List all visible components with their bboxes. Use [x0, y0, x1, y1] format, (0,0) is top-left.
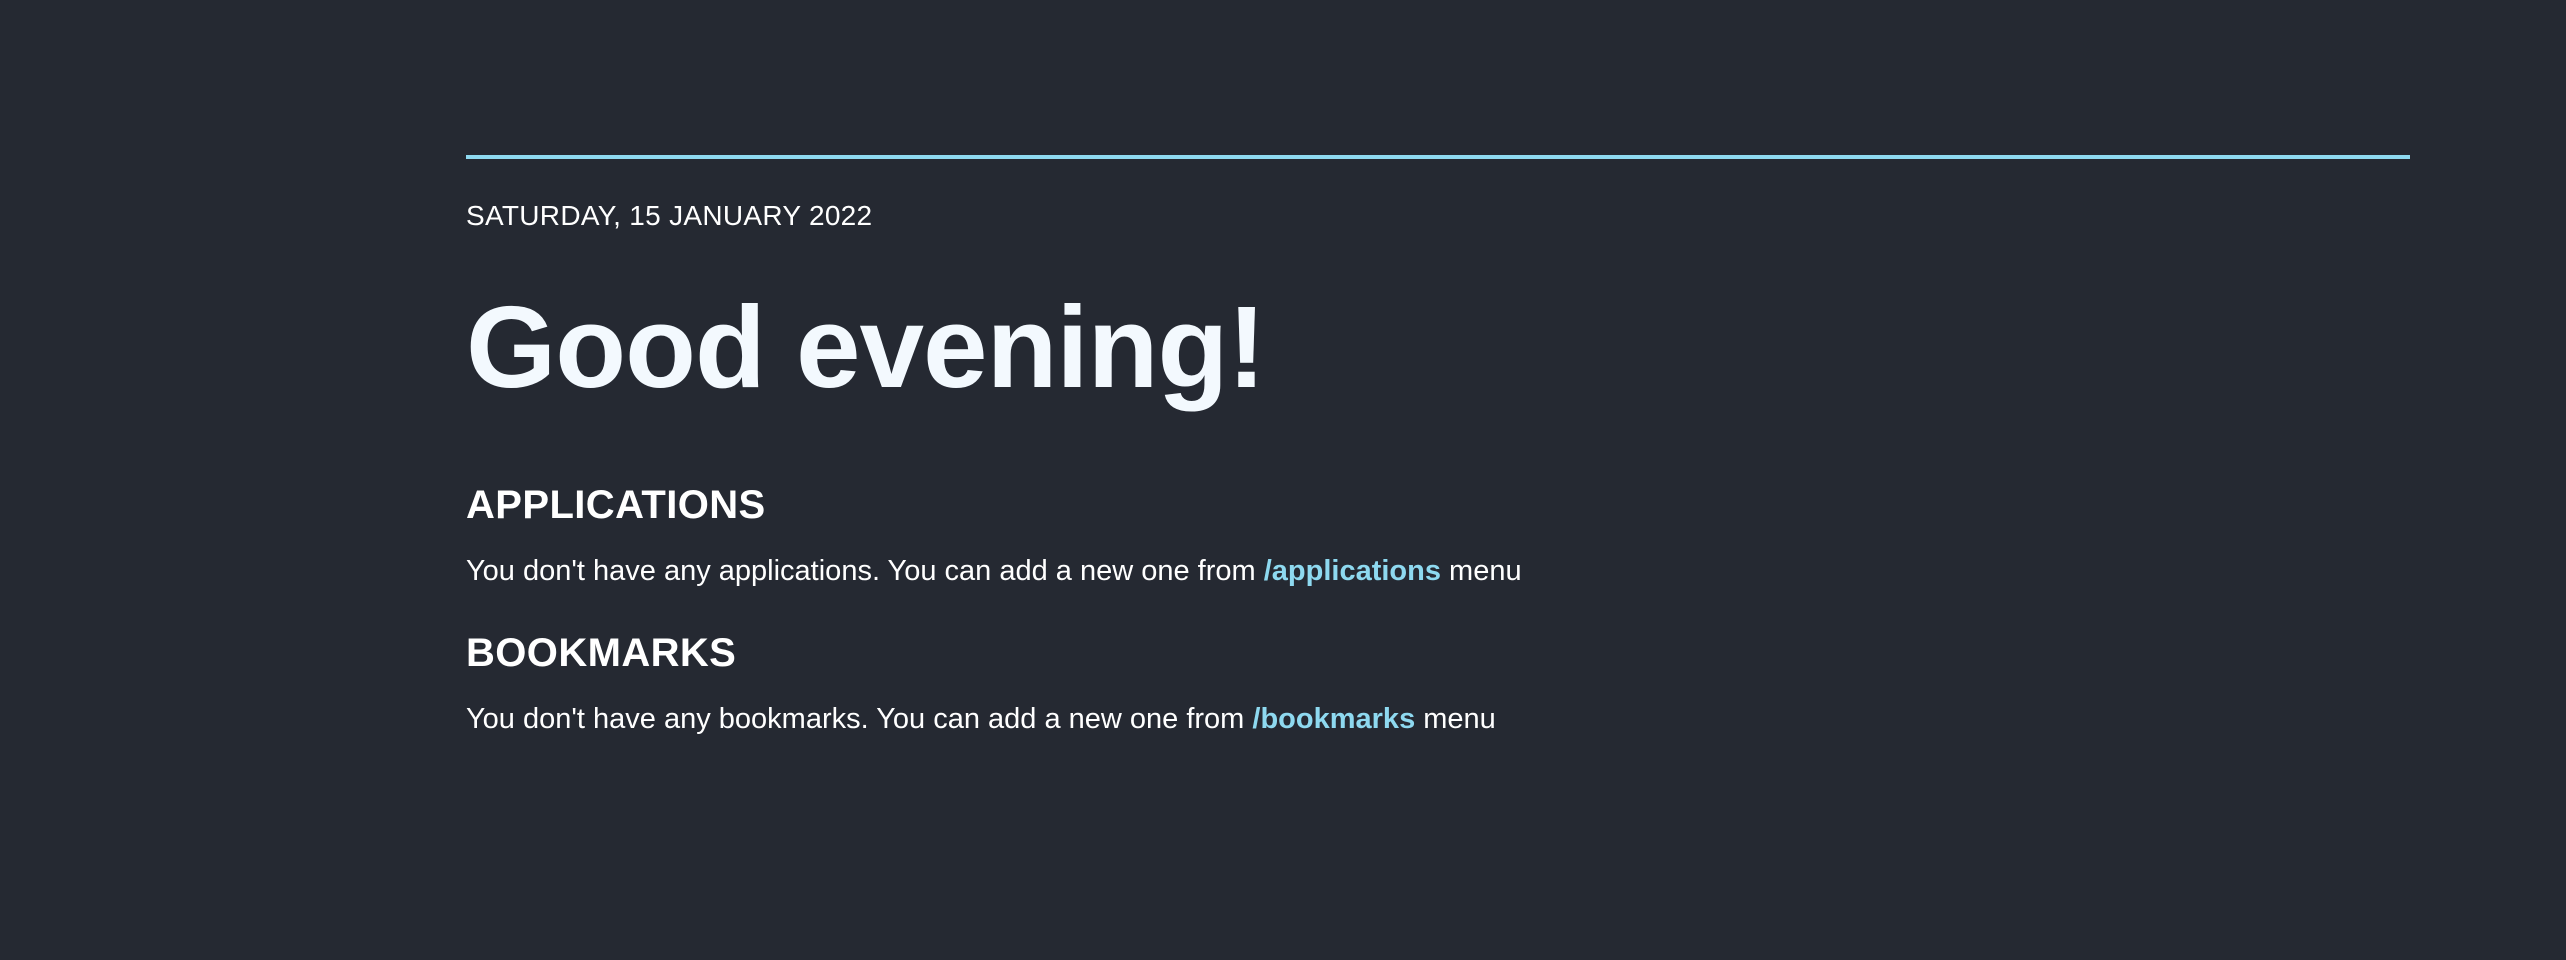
bookmarks-message-suffix: menu — [1415, 703, 1496, 735]
bookmarks-link[interactable]: /bookmarks — [1252, 703, 1415, 735]
applications-heading: APPLICATIONS — [466, 483, 766, 527]
main-content: SATURDAY, 15 JANUARY 2022 Good evening! … — [466, 155, 2410, 737]
applications-message-suffix: menu — [1441, 555, 1522, 587]
bookmarks-empty-message: You don't have any bookmarks. You can ad… — [466, 701, 2410, 737]
applications-empty-message: You don't have any applications. You can… — [466, 553, 2410, 589]
date-label: SATURDAY, 15 JANUARY 2022 — [466, 200, 873, 231]
header-divider — [466, 155, 2410, 159]
applications-link[interactable]: /applications — [1264, 555, 1441, 587]
bookmarks-heading: BOOKMARKS — [466, 631, 737, 675]
applications-message-text: You don't have any applications. You can… — [466, 555, 1264, 587]
page: SATURDAY, 15 JANUARY 2022 Good evening! … — [0, 0, 2566, 960]
bookmarks-message-text: You don't have any bookmarks. You can ad… — [466, 703, 1253, 735]
greeting-heading: Good evening! — [466, 282, 1266, 412]
